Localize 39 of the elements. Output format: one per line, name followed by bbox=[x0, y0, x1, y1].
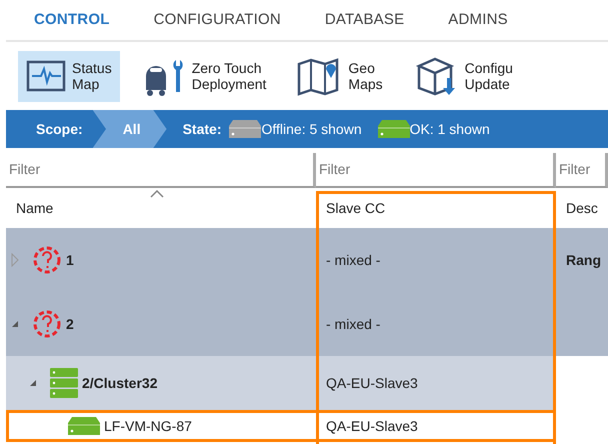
filter-field[interactable]: Filter bbox=[6, 153, 316, 188]
table-cell-text: - mixed - bbox=[326, 314, 380, 334]
pulse-monitor-icon bbox=[26, 58, 66, 94]
server-stack-icon bbox=[50, 368, 78, 398]
column-header[interactable]: Desc bbox=[556, 188, 608, 228]
tree-row[interactable]: LF-VM-NG-87 QA-EU-Slave3 bbox=[6, 410, 556, 442]
filter-field[interactable]: Filter bbox=[316, 153, 556, 188]
sort-icon bbox=[150, 190, 164, 198]
table-cell-text: QA-EU-Slave3 bbox=[326, 416, 418, 436]
nav-tab[interactable]: ADMINS bbox=[448, 8, 508, 32]
toolbar-button[interactable]: Configu Update bbox=[404, 50, 521, 102]
column-header[interactable]: Name bbox=[6, 188, 316, 228]
toolbar-button[interactable]: Geo Maps bbox=[288, 50, 391, 102]
unknown-status-icon bbox=[32, 245, 62, 275]
node-name: 2/Cluster32 bbox=[82, 374, 158, 392]
node-name: 1 bbox=[66, 250, 74, 270]
toolbar-button[interactable]: Status Map bbox=[18, 50, 120, 102]
node-name: LF-VM-NG-87 bbox=[104, 416, 192, 436]
tree-row[interactable]: 2 - mixed - bbox=[6, 292, 608, 356]
expanded-icon[interactable] bbox=[28, 378, 38, 388]
state-filter[interactable]: Offline: 5 shown bbox=[261, 118, 362, 140]
unknown-status-icon bbox=[32, 309, 62, 339]
nav-tab[interactable]: CONTROL bbox=[34, 8, 110, 32]
state-filter[interactable]: OK: 1 shown bbox=[410, 118, 490, 140]
tree-row[interactable]: 2/Cluster32 QA-EU-Slave3 bbox=[6, 356, 556, 410]
table-cell-text: - mixed - bbox=[326, 250, 380, 270]
scope-label: Scope: bbox=[36, 120, 83, 139]
node-name: 2 bbox=[66, 314, 74, 334]
table-cell-text: Rang bbox=[566, 250, 601, 270]
expanded-icon[interactable] bbox=[10, 319, 20, 329]
nav-tab[interactable]: DATABASE bbox=[324, 8, 404, 32]
table-cell-text: QA-EU-Slave3 bbox=[326, 374, 418, 393]
column-header[interactable]: Slave CC bbox=[316, 188, 556, 228]
filter-field[interactable]: Filter bbox=[556, 153, 608, 188]
tree-row[interactable]: 1 - mixed - Rang bbox=[6, 228, 608, 292]
toolbar-button[interactable]: Zero Touch Deployment bbox=[134, 50, 274, 102]
server-icon bbox=[68, 417, 100, 435]
state-label: State: bbox=[182, 120, 222, 138]
nav-tab[interactable]: CONFIGURATION bbox=[154, 8, 281, 32]
